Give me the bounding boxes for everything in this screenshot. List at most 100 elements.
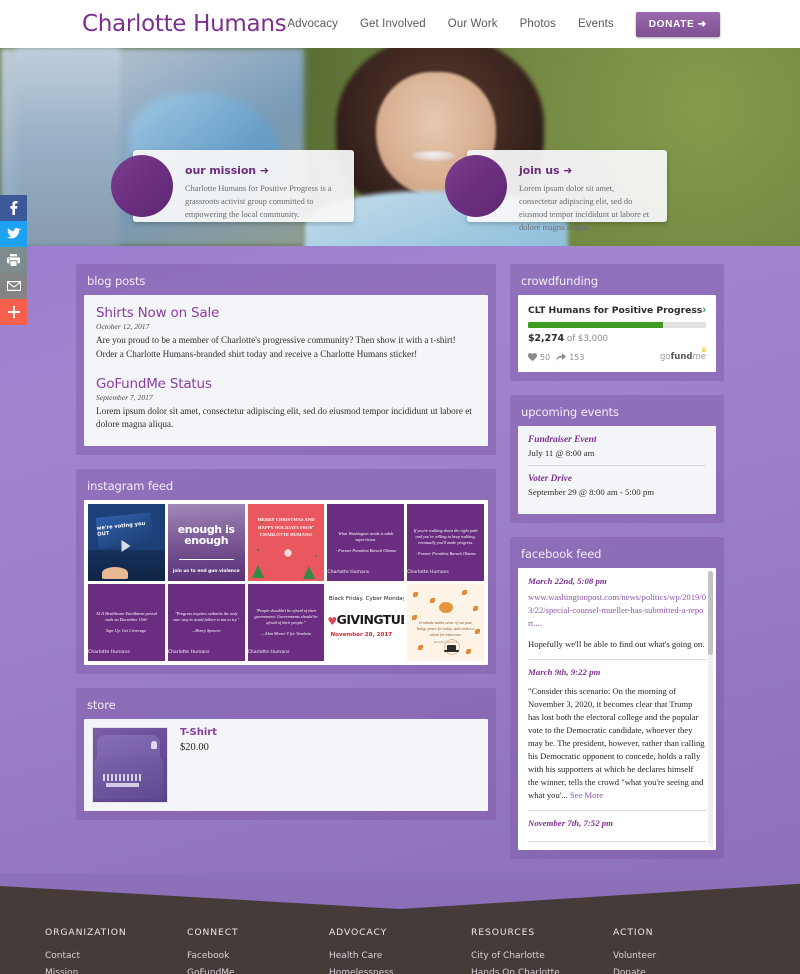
- footer-link-gofundme[interactable]: GoFundMe: [187, 968, 329, 974]
- instagram-post-attribution: - Former President Barack Obama: [335, 548, 396, 554]
- blog-post: GoFundMe Status September 7, 2017 Lorem …: [96, 376, 476, 433]
- heart-icon: ♥: [327, 614, 337, 628]
- email-share-button[interactable]: [0, 273, 27, 299]
- blog-panel-title: blog posts: [87, 274, 146, 288]
- instagram-post-text: enough is enough: [177, 523, 235, 548]
- product-price: $20.00: [180, 741, 209, 753]
- instagram-post[interactable]: enough is enough join us to end gun viol…: [167, 504, 245, 581]
- instagram-post[interactable]: "Progress requires setbacks the only sur…: [167, 584, 245, 661]
- campaign-amount: $2,274 of $3,000: [528, 333, 609, 344]
- instagram-post-brand: Charlotte Humans: [407, 570, 449, 575]
- instagram-post-brand: Charlotte Humans: [167, 649, 210, 655]
- instagram-post[interactable]: Gratitude makes sense of our past, bring…: [407, 584, 484, 661]
- instagram-panel-title: instagram feed: [87, 479, 174, 494]
- facebook-post-text: "Consider this scenario: On the morning …: [528, 685, 705, 801]
- scrollbar-thumb[interactable]: [708, 571, 713, 655]
- footer-link-mission[interactable]: Mission: [45, 968, 187, 974]
- instagram-post[interactable]: ACA Healthcare Enrollment period ends on…: [88, 584, 165, 661]
- nav-item-photos[interactable]: Photos: [520, 18, 556, 30]
- blog-post-date: October 12, 2017: [96, 322, 150, 331]
- sidebar-column: crowdfunding CLT Humans for Positive Pro…: [510, 264, 724, 873]
- instagram-post-attribution: - Former President Barack Obama: [415, 551, 476, 557]
- instagram-post-quote: ACA Healthcare Enrollment period ends on…: [95, 610, 157, 622]
- footer-link-hands-on-charlotte[interactable]: Hands On Charlotte: [471, 968, 613, 974]
- footer-column-action: ACTION Volunteer Donate Store: [613, 927, 755, 974]
- print-button[interactable]: [0, 247, 27, 273]
- footer-link-homelessness[interactable]: Homelessness: [329, 968, 471, 974]
- blog-post-excerpt: Are you proud to be a member of Charlott…: [96, 335, 456, 359]
- instagram-post[interactable]: What Washington needs is adult supervisi…: [327, 504, 405, 581]
- donate-button[interactable]: DONATE ➜: [635, 11, 720, 37]
- envelope-icon: [6, 281, 21, 291]
- instagram-post[interactable]: MERRY CHRISTMAS AND HAPPY HOLIDAYS FROM …: [247, 504, 325, 581]
- chevron-right-icon[interactable]: ›: [702, 304, 706, 316]
- more-share-button[interactable]: [0, 299, 27, 325]
- nav-item-our-work[interactable]: Our Work: [448, 18, 498, 30]
- instagram-post-quote: What Washington needs is adult supervisi…: [338, 530, 394, 543]
- nav-item-get-involved[interactable]: Get Involved: [360, 18, 426, 30]
- instagram-post[interactable]: If you're walking down the right path an…: [407, 504, 484, 581]
- blog-post: Shirts Now on Sale October 12, 2017 Are …: [96, 305, 476, 362]
- footer-link-facebook[interactable]: Facebook: [187, 951, 329, 961]
- event-title[interactable]: Voter Drive: [528, 474, 706, 484]
- play-icon: [121, 540, 131, 553]
- share-count: 153: [556, 353, 584, 362]
- see-more-link[interactable]: See More: [568, 790, 603, 800]
- facebook-share-button[interactable]: [0, 195, 27, 221]
- crown-icon: ♛: [700, 346, 707, 354]
- nav-item-advocacy[interactable]: Advocacy: [287, 18, 338, 30]
- facebook-post: October 24th, 12:34 pm: [528, 841, 706, 850]
- instagram-post-brand: Charlotte Humans: [247, 649, 290, 655]
- gofundme-logo: gofundme ♛: [659, 346, 707, 362]
- facebook-post-date: November 7th, 7:52 pm: [528, 818, 614, 829]
- footer-link-city-of-charlotte[interactable]: City of Charlotte: [471, 951, 613, 961]
- event-title[interactable]: Fundraiser Event: [528, 435, 706, 445]
- product-image[interactable]: [92, 726, 168, 803]
- plus-icon: [7, 306, 20, 318]
- twitter-icon: [6, 228, 21, 239]
- nav-item-events[interactable]: Events: [578, 18, 614, 30]
- product-info: T-Shirt $20.00: [180, 727, 217, 803]
- facebook-post-text: Hopefully we'll be able to find out what…: [528, 638, 705, 649]
- product-name[interactable]: T-Shirt: [180, 727, 217, 738]
- callout-our-mission[interactable]: our mission ➜ Charlotte Humans for Posit…: [111, 150, 354, 222]
- facebook-post: March 9th, 9:22 pm "Consider this scenar…: [528, 658, 706, 811]
- site-header: Charlotte Humans Advocacy Get Involved O…: [0, 0, 800, 48]
- instagram-post[interactable]: we're voting you OUT: [88, 504, 165, 581]
- events-panel-title: upcoming events: [521, 405, 619, 419]
- instagram-post-brand: Charlotte Humans: [88, 649, 130, 655]
- instagram-post[interactable]: Black Friday. Cyber Monday. ♥GIVINGTUESD…: [327, 584, 405, 661]
- callout-join-us[interactable]: join us ➜ Lorem ipsum dolor sit amet, co…: [445, 150, 667, 232]
- blog-post-title[interactable]: GoFundMe Status: [96, 376, 476, 392]
- footer-link-health-care[interactable]: Health Care: [329, 951, 471, 961]
- instagram-post-attribution: Sign Up. Get Coverage.: [105, 628, 147, 634]
- facebook-feed-panel: facebook feed March 22nd, 5:08 pm www.wa…: [510, 537, 724, 859]
- footer-link-volunteer[interactable]: Volunteer: [613, 951, 755, 961]
- facebook-post-link[interactable]: www.washingtonpost.com/news/politics/wp/…: [528, 591, 706, 630]
- upcoming-events-panel: upcoming events Fundraiser Event July 11…: [510, 395, 724, 523]
- footer-link-contact[interactable]: Contact: [45, 951, 187, 961]
- main-content: blog posts Shirts Now on Sale October 12…: [0, 246, 800, 873]
- footer-column-advocacy: ADVOCACY Health Care Homelessness Voting…: [329, 927, 471, 974]
- page-root: Charlotte Humans Advocacy Get Involved O…: [0, 0, 800, 974]
- heart-icon: [528, 353, 537, 361]
- blog-post-excerpt: Lorem ipsum dolor sit amet, consectetur …: [96, 405, 472, 430]
- hero-banner: our mission ➜ Charlotte Humans for Posit…: [0, 48, 800, 246]
- crowdfunding-panel: crowdfunding CLT Humans for Positive Pro…: [510, 264, 724, 381]
- blog-post-title[interactable]: Shirts Now on Sale: [96, 305, 476, 321]
- instagram-post-quote: "Progress requires setbacks the only sur…: [173, 610, 240, 622]
- site-footer: ORGANIZATION Contact Mission Newsletter …: [0, 909, 800, 974]
- twitter-share-button[interactable]: [0, 221, 27, 247]
- facebook-panel-title: facebook feed: [521, 547, 602, 561]
- event-item: Fundraiser Event July 11 @ 8:00 am: [528, 435, 706, 465]
- footer-link-donate[interactable]: Donate: [613, 968, 755, 974]
- instagram-post[interactable]: "People shouldn't be afraid of their gov…: [247, 584, 325, 661]
- callout-title: our mission ➜: [185, 164, 269, 177]
- callout-circle-icon: [445, 155, 507, 217]
- campaign-title[interactable]: CLT Humans for Positive Progress: [528, 305, 702, 316]
- instagram-post-text: we're voting you OUT: [96, 521, 146, 539]
- site-brand[interactable]: Charlotte Humans: [82, 11, 287, 37]
- instagram-post-quote: If you're walking down the right path an…: [413, 527, 478, 546]
- facebook-feed-scrollbar[interactable]: [708, 571, 713, 847]
- store-panel: store T-Shirt $20.00: [76, 687, 496, 820]
